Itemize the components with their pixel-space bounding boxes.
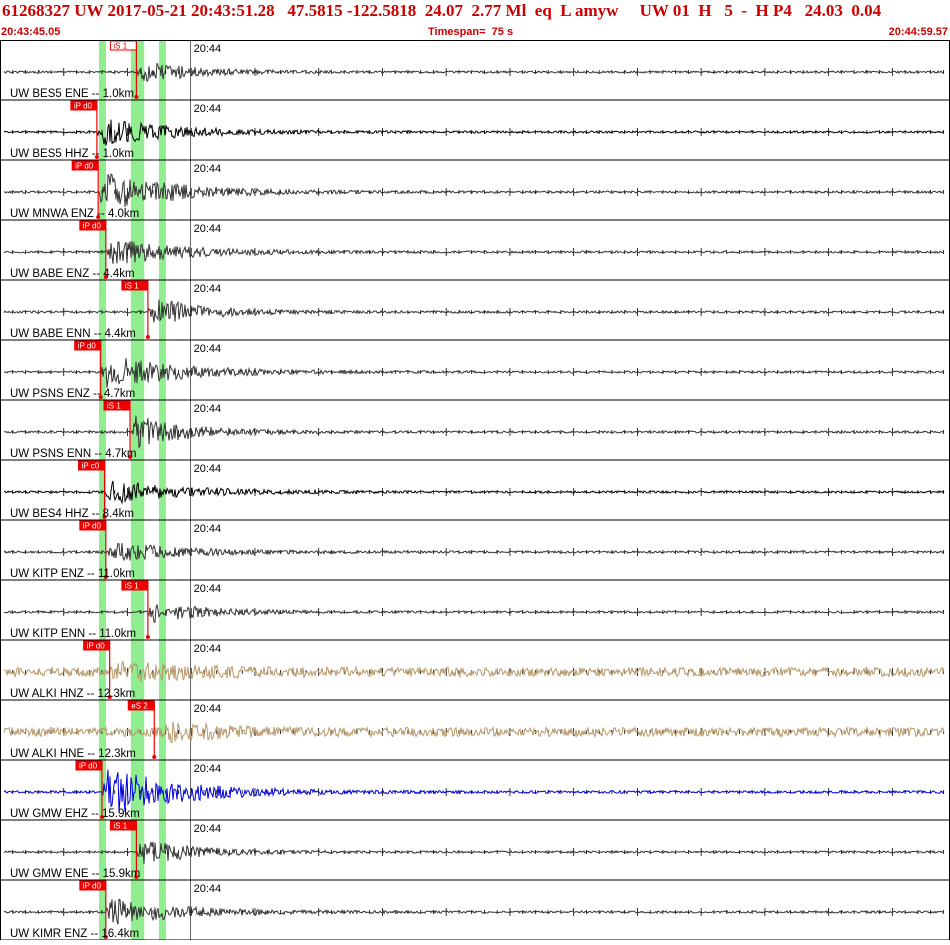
minute-label: 20:44 (194, 523, 222, 535)
channel-label: UW GMW EHZ -- 15.9km (10, 808, 140, 820)
channel-label: UW BABE ENZ -- 4.4km (10, 268, 135, 280)
pick-label: iS 1 (107, 402, 121, 411)
channel-label: UW PSNS ENN -- 4.7km (10, 448, 137, 460)
end-time-label: 20:44:59.57 (888, 26, 948, 38)
minute-label: 20:44 (194, 883, 222, 895)
pick-label: iP d0 (75, 162, 94, 171)
minute-label: 20:44 (194, 163, 222, 175)
seismic-trace (3, 62, 945, 83)
minute-label: 20:44 (194, 43, 222, 55)
pick-label: iS 1 (125, 582, 139, 591)
pick-label: iS 1 (113, 822, 127, 831)
pick-dot (134, 95, 139, 99)
seismic-trace (3, 841, 945, 865)
minute-label: 20:44 (194, 103, 222, 115)
pick-label: iS 1 (125, 282, 139, 291)
minute-label: 20:44 (194, 283, 222, 295)
pick-dot (145, 335, 150, 339)
timespan-label: Timespan= 75 s (428, 26, 514, 38)
minute-label: 20:44 (194, 643, 222, 655)
pick-label: iP d0 (83, 222, 102, 231)
pick-dot (152, 755, 157, 759)
channel-label: UW KITP ENZ -- 11.0km (10, 568, 135, 580)
minute-label: 20:44 (194, 763, 222, 775)
channel-label: UW BABE ENN -- 4.4km (10, 328, 136, 340)
channel-label: UW PSNS ENZ -- 4.7km (10, 388, 135, 400)
minute-label: 20:44 (194, 343, 222, 355)
pick-label: iP d0 (78, 342, 97, 351)
seismic-trace (3, 898, 945, 925)
start-time-label: 20:43:45.05 (1, 26, 61, 38)
minute-label: 20:44 (194, 403, 222, 415)
pick-label: eS 2 (131, 702, 148, 711)
pick-label: iP c0 (82, 462, 100, 471)
channel-label: UW BES5 ENE -- 1.0km (10, 88, 134, 100)
seismic-trace (3, 542, 944, 562)
pick-label: iP d0 (74, 102, 93, 111)
minute-label: 20:44 (194, 223, 222, 235)
channel-label: UW MNWA ENZ -- 4.0km (10, 208, 139, 220)
pick-label: iP d0 (83, 882, 102, 891)
minute-label: 20:44 (194, 583, 222, 595)
waveform-panel[interactable]: 20:44 iS 1 UW BES5 ENE -- 1.0km 20:44 iP d0 U… (0, 40, 950, 941)
minute-label: 20:44 (194, 823, 222, 835)
channel-label: UW BES5 HHZ -- 1.0km (10, 148, 134, 160)
waveform-view[interactable]: 20:44 iS 1 UW BES5 ENE -- 1.0km 20:44 iP d0 U… (0, 40, 950, 941)
pick-label: iS 1 (113, 42, 127, 51)
channel-label: UW GMW ENE -- 15.9km (10, 868, 140, 880)
channel-label: UW ALKI HNZ -- 12.3km (10, 688, 135, 700)
pick-label: iP d0 (83, 522, 102, 531)
channel-label: UW ALKI HNE -- 12.3km (10, 748, 136, 760)
seismic-trace (3, 415, 944, 450)
pick-label: iP d0 (79, 762, 98, 771)
pick-dot (145, 635, 150, 639)
event-summary-line: 61268327 UW 2017-05-21 20:43:51.28 47.58… (2, 1, 882, 20)
seismic-trace (3, 660, 945, 683)
channel-label: UW BES4 HHZ -- 8.4km (10, 508, 134, 520)
channel-label: UW KIMR ENZ -- 16.4km (10, 928, 139, 940)
minute-label: 20:44 (194, 463, 222, 475)
channel-label: UW KITP ENN -- 11.0km (10, 628, 136, 640)
minute-label: 20:44 (194, 703, 222, 715)
event-header: 61268327 UW 2017-05-21 20:43:51.28 47.58… (0, 0, 950, 38)
seismic-trace (3, 721, 945, 743)
pick-label: iP d0 (87, 642, 106, 651)
